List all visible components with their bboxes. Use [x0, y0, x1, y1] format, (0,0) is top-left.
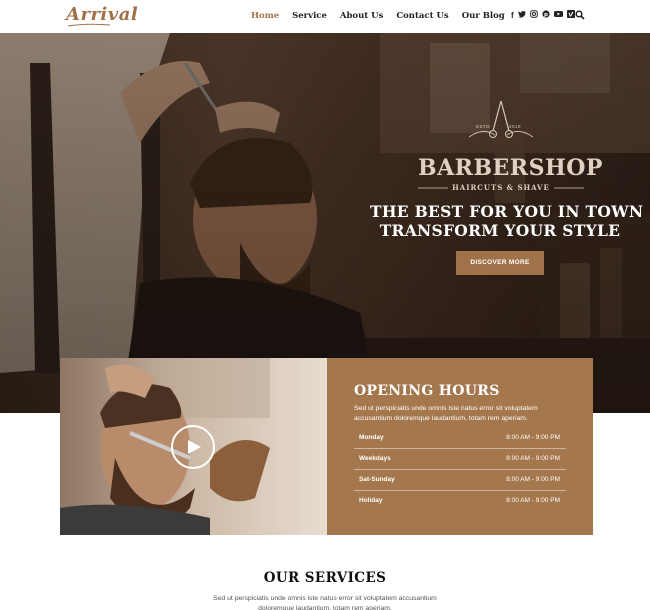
- search-icon[interactable]: [575, 10, 585, 20]
- hours-row: Monday 8:00 AM - 9:00 PM: [354, 428, 566, 449]
- logo-swash-icon: [67, 23, 111, 27]
- services-title: OUR SERVICES: [263, 570, 387, 586]
- hours-description: Sed ut perspiciatis unde omnis iste natu…: [354, 405, 538, 422]
- instagram-icon[interactable]: [529, 10, 538, 21]
- hours-day: Weekdays: [359, 455, 391, 462]
- hours-day: Holiday: [359, 497, 383, 504]
- nav-contact-us[interactable]: Contact Us: [396, 11, 448, 21]
- badge-subtitle: HAIRCUTS & SHAVE: [452, 183, 550, 192]
- opening-hours-card: OPENING HOURS Sed ut perspiciatis unde o…: [327, 358, 593, 535]
- hero-headline-line2: TRANSFORM YOUR STYLE: [379, 221, 621, 240]
- hours-time: 8:00 AM - 9:00 PM: [506, 434, 560, 441]
- hours-time: 8:00 AM - 9:00 PM: [506, 476, 560, 483]
- nav-service[interactable]: Service: [292, 11, 327, 21]
- badge-title: BARBERSHOP: [418, 155, 603, 181]
- hours-time: 8:00 AM - 9:00 PM: [506, 455, 560, 462]
- hours-day: Monday: [359, 434, 384, 441]
- twitter-icon[interactable]: [517, 10, 526, 21]
- social-links: f p: [511, 10, 579, 21]
- hours-row: Weekdays 8:00 AM - 9:00 PM: [354, 449, 566, 470]
- badge-year: 2019: [509, 124, 522, 129]
- hours-day: Sat-Sunday: [359, 476, 395, 483]
- discover-more-button[interactable]: DISCOVER MORE: [456, 251, 544, 275]
- badge-estd: ESTD: [476, 124, 491, 129]
- nav-our-blog[interactable]: Our Blog: [462, 11, 505, 21]
- site-header: Arrival Home Service About Us Contact Us…: [0, 0, 650, 33]
- hours-title: OPENING HOURS: [354, 383, 500, 399]
- facebook-icon[interactable]: f: [511, 10, 514, 21]
- play-icon: [188, 440, 201, 454]
- main-nav: Home Service About Us Contact Us Our Blo…: [251, 11, 518, 21]
- vimeo-icon[interactable]: [566, 10, 575, 21]
- hero-headline-line1: THE BEST FOR YOU IN TOWN: [370, 202, 644, 221]
- hours-row: Holiday 8:00 AM - 9:00 PM: [354, 491, 566, 512]
- hero-banner: ESTD 2019 BARBERSHOP HAIRCUTS & SHAVE TH…: [0, 33, 650, 413]
- pinterest-icon[interactable]: p: [542, 10, 550, 21]
- hours-time: 8:00 AM - 9:00 PM: [506, 497, 560, 504]
- services-description: Sed ut perspiciatis unde omnis iste natu…: [213, 595, 437, 610]
- scissors-emblem-icon: [468, 100, 534, 138]
- nav-home[interactable]: Home: [251, 11, 279, 21]
- youtube-icon[interactable]: [553, 10, 563, 21]
- nav-about-us[interactable]: About Us: [340, 11, 383, 21]
- svg-text:p: p: [544, 12, 548, 18]
- hours-row: Sat-Sunday 8:00 AM - 9:00 PM: [354, 470, 566, 491]
